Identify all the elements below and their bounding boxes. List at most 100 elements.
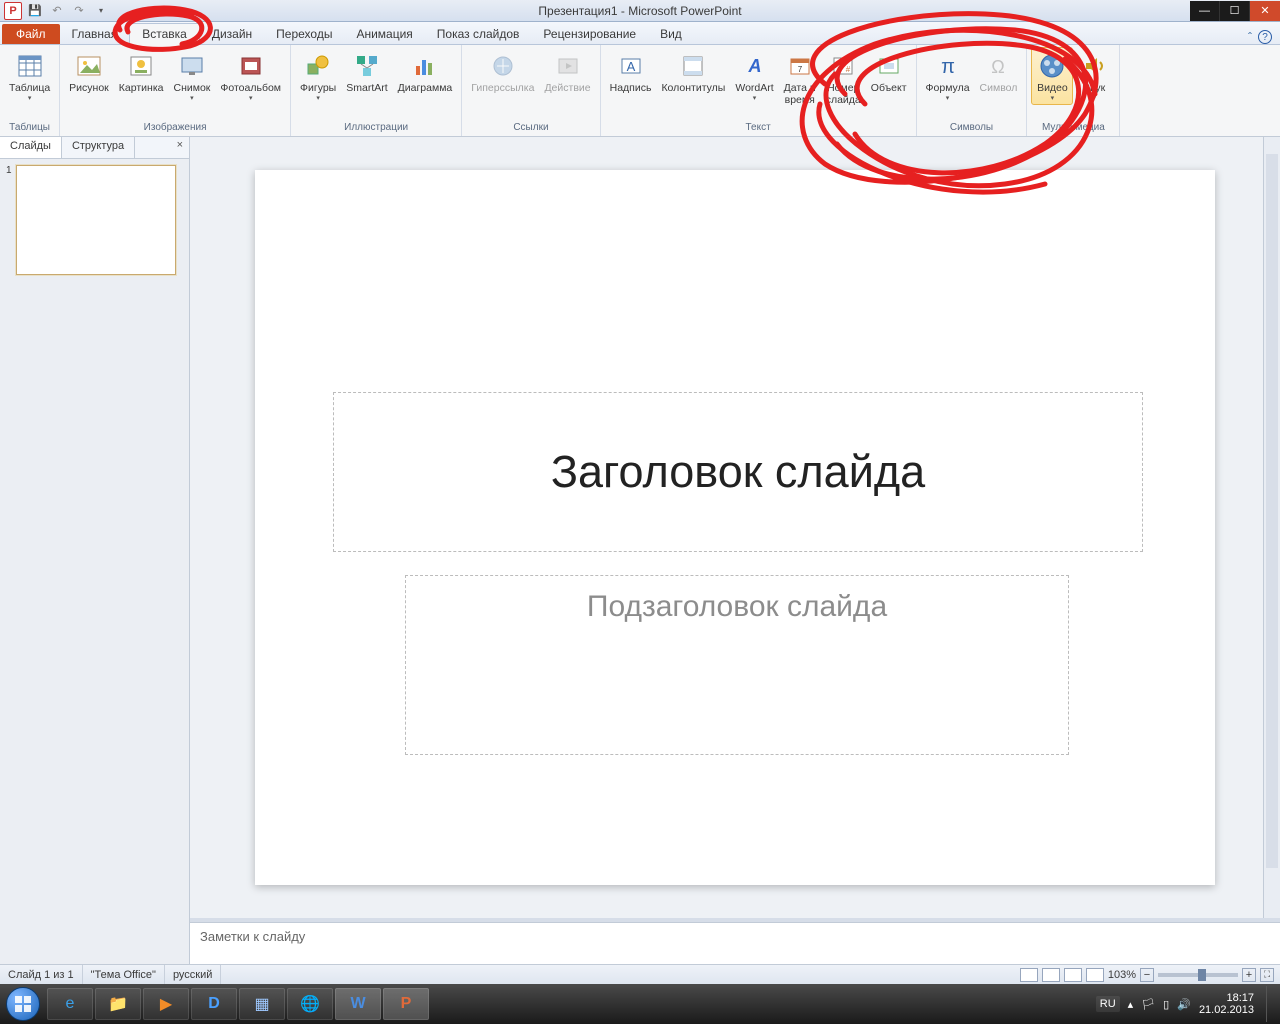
ribbon-slidenumber-button[interactable]: #Номер слайда — [821, 47, 866, 109]
ribbon-textbox-button[interactable]: AНадпись — [605, 47, 657, 98]
qat-dropdown-icon[interactable]: ▾ — [92, 2, 110, 20]
symbol-icon: Ω — [982, 50, 1014, 82]
audio-icon — [1078, 50, 1110, 82]
play-icon: ▶ — [160, 994, 172, 1014]
subtitle-placeholder[interactable]: Подзаголовок слайда — [405, 575, 1069, 755]
ribbon-screenshot-button[interactable]: Снимок▾ — [168, 47, 215, 105]
outline-tab[interactable]: Структура — [62, 137, 135, 158]
tab-animations[interactable]: Анимация — [344, 24, 424, 44]
notes-pane[interactable]: Заметки к слайду — [190, 922, 1280, 964]
wordart-icon: A — [739, 50, 771, 82]
fit-to-window-button[interactable]: ⛶ — [1260, 968, 1274, 982]
taskbar-explorer[interactable]: 📁 — [95, 988, 141, 1020]
zoom-percent[interactable]: 103% — [1108, 969, 1136, 981]
ribbon-table-button[interactable]: Таблица▾ — [4, 47, 55, 105]
normal-view-button[interactable] — [1020, 968, 1038, 982]
action-icon — [552, 50, 584, 82]
redo-icon[interactable]: ↷ — [70, 2, 88, 20]
help-icon[interactable]: ? — [1258, 30, 1272, 44]
slide-edit-area: Заголовок слайда Подзаголовок слайда Зам… — [190, 137, 1280, 964]
ribbon-wordart-button[interactable]: AWordArt▾ — [730, 47, 778, 105]
ribbon-symbol-label: Символ — [980, 83, 1018, 95]
ribbon-object-label: Объект — [871, 83, 907, 95]
minimize-button[interactable]: — — [1190, 1, 1220, 21]
tab-insert[interactable]: Вставка — [129, 23, 200, 45]
taskbar-ie[interactable]: e — [47, 988, 93, 1020]
zoom-in-button[interactable]: + — [1242, 968, 1256, 982]
shapes-icon — [302, 50, 334, 82]
tab-home[interactable]: Главная — [60, 24, 130, 44]
file-tab[interactable]: Файл — [2, 24, 60, 44]
ribbon-datetime-button[interactable]: 7Дата и время — [779, 47, 821, 109]
app-icon[interactable]: P — [4, 2, 22, 20]
vertical-scrollbar[interactable] — [1263, 137, 1280, 918]
status-theme: "Тема Office" — [83, 965, 165, 984]
slide-canvas-wrap[interactable]: Заголовок слайда Подзаголовок слайда — [190, 137, 1280, 918]
sorter-view-button[interactable] — [1042, 968, 1060, 982]
slides-tab[interactable]: Слайды — [0, 137, 62, 158]
input-language[interactable]: RU — [1096, 996, 1120, 1012]
tab-transitions[interactable]: Переходы — [264, 24, 344, 44]
taskbar-app2[interactable]: ▦ — [239, 988, 285, 1020]
ribbon-video-button[interactable]: Видео▾ — [1031, 47, 1073, 105]
tab-slideshow[interactable]: Показ слайдов — [425, 24, 532, 44]
maximize-button[interactable]: ☐ — [1220, 1, 1250, 21]
minimize-ribbon-icon[interactable]: ˆ — [1248, 30, 1252, 44]
network-icon[interactable]: ▯ — [1163, 998, 1169, 1011]
powerpoint-icon: P — [401, 995, 412, 1013]
ribbon-headerfooter-button[interactable]: Колонтитулы — [656, 47, 730, 98]
clock[interactable]: 18:17 21.02.2013 — [1199, 992, 1254, 1016]
taskbar-word[interactable]: W — [335, 988, 381, 1020]
slideshow-view-button[interactable] — [1086, 968, 1104, 982]
ribbon-symbol-button: ΩСимвол — [975, 47, 1023, 98]
smartart-icon — [351, 50, 383, 82]
save-icon[interactable]: 💾 — [26, 2, 44, 20]
start-button[interactable] — [0, 984, 46, 1024]
tab-view[interactable]: Вид — [648, 24, 694, 44]
show-desktop-button[interactable] — [1266, 986, 1276, 1022]
taskbar-mediaplayer[interactable]: ▶ — [143, 988, 189, 1020]
group-label: Мультимедиа — [1031, 120, 1115, 136]
clock-time: 18:17 — [1199, 992, 1254, 1004]
tab-design[interactable]: Дизайн — [200, 24, 264, 44]
status-language[interactable]: русский — [165, 965, 221, 984]
ribbon-audio-button[interactable]: Звук▾ — [1073, 47, 1115, 105]
close-button[interactable]: ✕ — [1250, 1, 1280, 21]
thumb-preview[interactable] — [16, 165, 176, 275]
ribbon-equation-button[interactable]: πФормула▾ — [921, 47, 975, 105]
tray-up-icon[interactable]: ▴ — [1128, 998, 1134, 1011]
ribbon-picture-button[interactable]: Рисунок — [64, 47, 114, 98]
ribbon-smartart-button[interactable]: SmartArt — [341, 47, 392, 98]
system-tray: RU ▴ 🏳 ▯ 🔊 18:17 21.02.2013 — [1096, 986, 1280, 1022]
svg-text:#: # — [846, 65, 851, 74]
ribbon-action-button: Действие — [539, 47, 595, 98]
undo-icon[interactable]: ↶ — [48, 2, 66, 20]
taskbar-chrome[interactable]: 🌐 — [287, 988, 333, 1020]
ribbon-hyperlink-label: Гиперссылка — [471, 83, 534, 95]
ie-icon: e — [66, 995, 75, 1013]
close-pane-icon[interactable]: × — [171, 137, 189, 158]
ribbon-object-button[interactable]: Объект — [866, 47, 912, 98]
ribbon-chart-button[interactable]: Диаграмма — [393, 47, 458, 98]
textbox-icon: A — [615, 50, 647, 82]
hyperlink-icon — [487, 50, 519, 82]
clipart-icon — [125, 50, 157, 82]
reading-view-button[interactable] — [1064, 968, 1082, 982]
title-placeholder[interactable]: Заголовок слайда — [333, 392, 1143, 552]
content-area: Слайды Структура × 1 Заголовок слайда По… — [0, 137, 1280, 964]
zoom-out-button[interactable]: − — [1140, 968, 1154, 982]
flag-icon[interactable]: 🏳 — [1141, 998, 1155, 1011]
taskbar-powerpoint[interactable]: P — [383, 988, 429, 1020]
d-icon: D — [208, 995, 220, 1013]
chart-icon — [409, 50, 441, 82]
zoom-slider[interactable] — [1158, 973, 1238, 977]
tab-review[interactable]: Рецензирование — [531, 24, 648, 44]
window-controls: — ☐ ✕ — [1190, 1, 1280, 21]
ribbon-shapes-button[interactable]: Фигуры▾ — [295, 47, 341, 105]
taskbar-app1[interactable]: D — [191, 988, 237, 1020]
ribbon-clipart-button[interactable]: Картинка — [114, 47, 169, 98]
ribbon-photoalbum-button[interactable]: Фотоальбом▾ — [215, 47, 286, 105]
slide-thumbnail[interactable]: 1 — [6, 165, 183, 275]
slide-canvas[interactable]: Заголовок слайда Подзаголовок слайда — [255, 170, 1215, 885]
volume-icon[interactable]: 🔊 — [1177, 998, 1191, 1011]
